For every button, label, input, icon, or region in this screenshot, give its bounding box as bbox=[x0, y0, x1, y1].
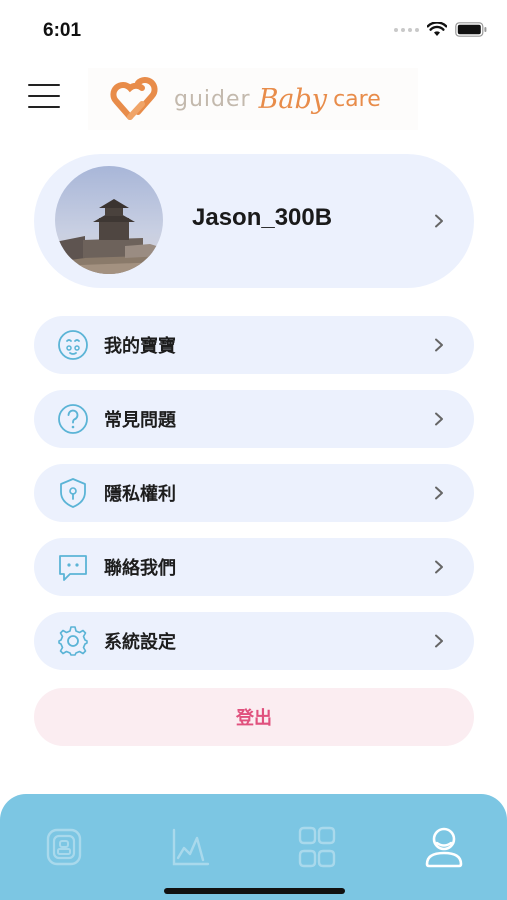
menu-item-privacy[interactable]: 隱私權利 bbox=[34, 464, 474, 522]
logo-text-baby: Baby bbox=[258, 83, 328, 115]
baby-face-icon bbox=[58, 330, 88, 360]
menu-label: 隱私權利 bbox=[104, 484, 176, 505]
chevron-right-icon bbox=[435, 214, 443, 228]
battery-icon bbox=[455, 22, 487, 37]
logo-text-care: care bbox=[333, 86, 381, 112]
menu-label: 聯絡我們 bbox=[104, 558, 176, 579]
question-icon bbox=[58, 404, 88, 434]
menu-item-settings[interactable]: 系統設定 bbox=[34, 612, 474, 670]
logo: guider Baby care bbox=[88, 68, 418, 130]
chat-bubble-icon bbox=[59, 555, 87, 581]
profile-card[interactable]: Jason_300B bbox=[34, 154, 474, 288]
profile-name: Jason_300B bbox=[192, 204, 333, 231]
avatar bbox=[55, 166, 163, 274]
chevron-right-icon bbox=[435, 338, 443, 352]
menu-label: 系統設定 bbox=[104, 632, 176, 653]
logout-button[interactable]: 登出 bbox=[34, 688, 474, 746]
header: guider Baby care bbox=[0, 60, 507, 136]
chart-icon[interactable] bbox=[170, 824, 212, 870]
status-time: 6:01 bbox=[43, 20, 82, 41]
chevron-right-icon bbox=[435, 560, 443, 574]
shield-lock-icon bbox=[60, 478, 86, 508]
menu-label: 常見問題 bbox=[104, 410, 176, 431]
home-indicator bbox=[164, 888, 345, 894]
logo-text-guider: guider bbox=[174, 86, 251, 112]
menu-item-faq[interactable]: 常見問題 bbox=[34, 390, 474, 448]
signal-icon bbox=[394, 27, 419, 32]
heart-link-icon bbox=[110, 76, 158, 120]
device-icon[interactable] bbox=[43, 824, 85, 870]
wifi-icon bbox=[427, 22, 447, 36]
bottom-tab-bar bbox=[0, 794, 507, 900]
status-bar: 6:01 bbox=[0, 0, 507, 60]
hamburger-menu-button[interactable] bbox=[28, 84, 60, 112]
menu-item-contact[interactable]: 聯絡我們 bbox=[34, 538, 474, 596]
profile-icon[interactable] bbox=[423, 824, 465, 870]
chevron-right-icon bbox=[435, 634, 443, 648]
logout-label: 登出 bbox=[236, 708, 272, 729]
chevron-right-icon bbox=[435, 412, 443, 426]
gear-icon bbox=[58, 626, 88, 656]
menu-label: 我的寶寶 bbox=[104, 336, 176, 357]
grid-icon[interactable] bbox=[296, 824, 338, 870]
chevron-right-icon bbox=[435, 486, 443, 500]
menu-item-my-baby[interactable]: 我的寶寶 bbox=[34, 316, 474, 374]
status-icons bbox=[394, 22, 487, 37]
